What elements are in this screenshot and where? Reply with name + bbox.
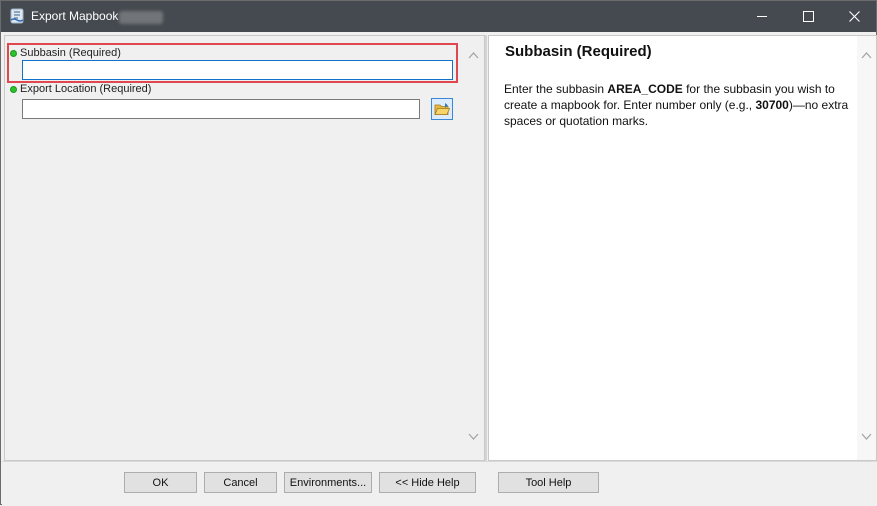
parameters-scrollbar[interactable] — [464, 35, 485, 461]
python-script-icon — [9, 8, 25, 25]
close-icon — [848, 11, 860, 22]
help-bold-field: AREA_CODE — [607, 82, 683, 96]
help-bold-example: 30700 — [755, 98, 789, 112]
scroll-down-icon[interactable] — [468, 433, 479, 441]
minimize-icon — [756, 16, 767, 17]
export-location-label-text: Export Location (Required) — [20, 83, 152, 95]
browse-folder-button[interactable] — [431, 98, 453, 120]
close-button[interactable] — [831, 1, 877, 32]
help-scrollbar[interactable] — [857, 35, 877, 461]
subbasin-param-label: Subbasin (Required) — [10, 47, 121, 59]
help-text: Enter the subbasin — [504, 82, 608, 96]
tool-dialog-window: Export Mapbook Subbasin (Required) Expor… — [0, 0, 877, 506]
required-indicator-icon — [10, 49, 17, 57]
scroll-down-icon[interactable] — [861, 433, 872, 441]
minimize-button[interactable] — [739, 1, 785, 32]
redacted-title-text — [119, 11, 163, 24]
scroll-up-icon[interactable] — [861, 51, 872, 59]
export-location-param-label: Export Location (Required) — [10, 83, 151, 95]
title-bar[interactable]: Export Mapbook — [1, 1, 876, 32]
required-indicator-icon — [10, 85, 17, 93]
scroll-up-icon[interactable] — [468, 51, 479, 59]
tool-help-button[interactable]: Tool Help — [498, 472, 599, 493]
subbasin-label-text: Subbasin (Required) — [20, 47, 121, 59]
window-title: Export Mapbook — [31, 9, 119, 23]
open-folder-icon — [434, 103, 450, 115]
subbasin-input[interactable] — [22, 60, 453, 80]
help-title: Subbasin (Required) — [505, 43, 652, 60]
panel-splitter[interactable] — [485, 35, 487, 461]
ok-button[interactable]: OK — [124, 472, 197, 493]
export-location-input[interactable] — [22, 99, 420, 119]
environments-button[interactable]: Environments... — [284, 472, 372, 493]
help-description: Enter the subbasin AREA_CODE for the sub… — [504, 81, 852, 129]
maximize-button[interactable] — [785, 1, 831, 32]
cancel-button[interactable]: Cancel — [204, 472, 277, 493]
maximize-icon — [802, 11, 814, 22]
hide-help-button[interactable]: << Hide Help — [379, 472, 476, 493]
